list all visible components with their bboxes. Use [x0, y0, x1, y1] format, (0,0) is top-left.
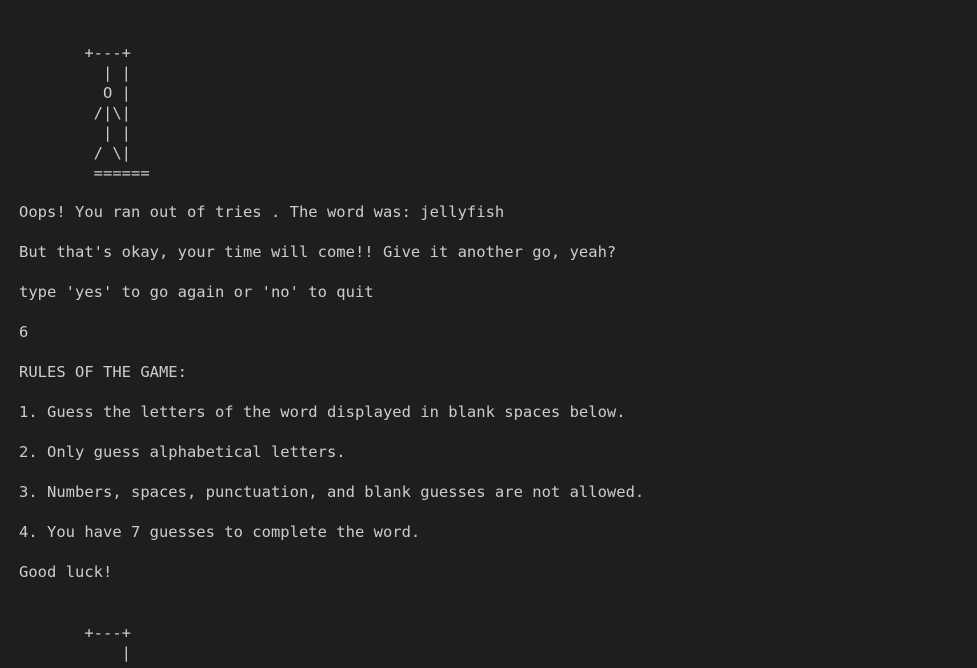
hangman-art-line: | |	[19, 124, 131, 142]
rules-header: RULES OF THE GAME:	[19, 363, 187, 381]
hangman-art-line: +---+	[19, 44, 131, 62]
good-luck-message: Good luck!	[19, 563, 113, 581]
terminal-output: +---+ | | O | /|\| | | / \| ====== Oops!…	[0, 0, 977, 668]
hangman-art-line: +---+	[19, 624, 131, 642]
user-input-echo: 6	[19, 323, 29, 341]
hangman-art-line: /|\|	[19, 104, 131, 122]
encouragement-message: But that's okay, your time will come!! G…	[19, 243, 617, 261]
lose-message: Oops! You ran out of tries . The word wa…	[19, 203, 505, 221]
hangman-art-line: / \|	[19, 144, 131, 162]
rule-item: 3. Numbers, spaces, punctuation, and bla…	[19, 483, 645, 501]
rule-item: 2. Only guess alphabetical letters.	[19, 443, 346, 461]
play-again-prompt: type 'yes' to go again or 'no' to quit	[19, 283, 374, 301]
rule-item: 1. Guess the letters of the word display…	[19, 403, 626, 421]
rule-item: 4. You have 7 guesses to complete the wo…	[19, 523, 421, 541]
hangman-art-line: O |	[19, 84, 131, 102]
hangman-art-line: ======	[19, 164, 150, 182]
hangman-art-line: |	[19, 644, 131, 662]
hangman-art-line: | |	[19, 64, 131, 82]
